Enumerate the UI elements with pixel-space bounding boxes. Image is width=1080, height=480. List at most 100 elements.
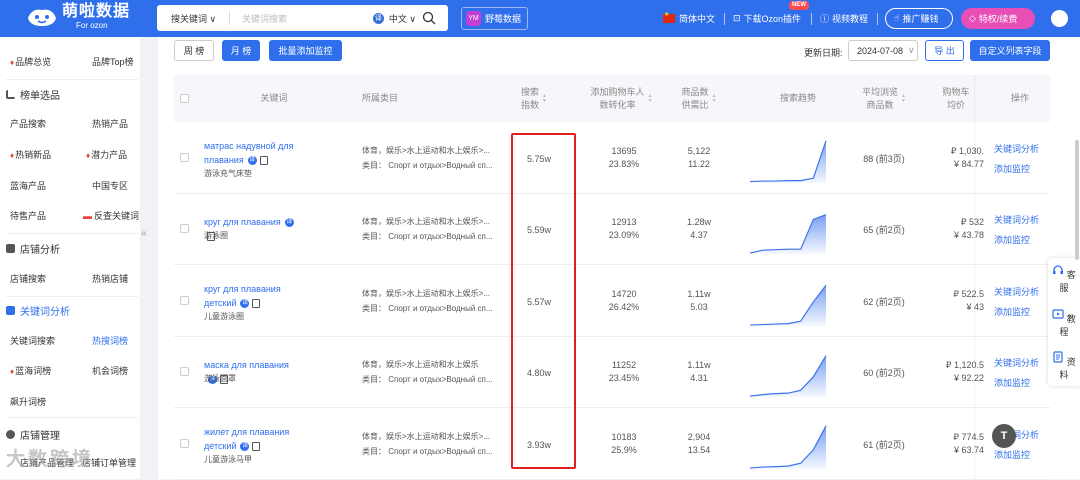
sidebar-item-keyword-search[interactable]: 关键词搜索 [10,334,55,347]
row-checkbox[interactable] [180,153,189,162]
video-tutorial-link[interactable]: ⓘ 视频教程 [820,0,868,37]
floating-help-panel: 客服 教程 资料 [1048,258,1080,386]
search-index-value: 4.80w [526,368,552,378]
logo[interactable]: 萌啦数据 For ozon [26,4,130,30]
cart-conversion-value: 23.83% [608,159,640,169]
sidebar-item-blue-ocean-words[interactable]: ♦蓝海词榜 [10,364,51,377]
search-language-select[interactable]: 中文 ∨ [389,12,416,25]
collapse-sidebar-icon[interactable]: « [141,228,151,239]
sidebar-section-store-manage[interactable]: 店铺管理 [6,427,60,442]
sidebar-item-hot-stores[interactable]: 热销店铺 [92,272,128,285]
scrollbar[interactable] [1075,140,1079,260]
new-badge: NEW [789,1,809,10]
translate-icon[interactable]: 译 [240,299,250,309]
avatar[interactable] [1051,10,1068,27]
sidebar-item-china-zone[interactable]: 中国专区 [92,179,128,192]
cart-count-value: 13695 [611,146,637,156]
col-goods-ratio[interactable]: 商品数 供需比 ▲ ▼ [674,75,724,122]
back-to-top-button[interactable]: T [992,424,1016,448]
search-input[interactable]: 关键词搜索 [230,12,373,25]
month-rank-tab[interactable]: 月 榜 [222,40,260,61]
keyword-analysis-link[interactable]: 关键词分析 [994,353,1039,373]
sparkline-area [750,285,826,326]
sidebar-item-brand-top[interactable]: 品牌Top榜 [92,55,134,68]
row-checkbox[interactable] [180,439,189,448]
cart-price-rub: ₽ 1,120.5 [945,360,984,370]
search-index-value: 5.57w [526,297,552,307]
avg-browse-value: 62 (前2页) [863,297,905,307]
col-avg-browse[interactable]: 平均浏览 商品数 ▲ ▼ [854,75,914,122]
col-search-index[interactable]: 搜索 指数 ▲ ▼ [514,75,554,122]
sidebar-item-surging-words[interactable]: 飙升词榜 [10,395,46,408]
yemei-icon: YM [466,11,481,26]
keyword-link[interactable]: жилет для плавания детский 译 [204,425,299,453]
copy-icon[interactable] [252,442,261,452]
copy-icon[interactable] [259,156,268,166]
row-checkbox[interactable] [180,367,189,376]
sidebar-section-keyword[interactable]: 关键词分析 [6,303,70,318]
translate-icon[interactable]: 译 [284,218,294,228]
yemei-data-link[interactable]: YM 野莓数据 [461,7,528,30]
sidebar-item-store-search[interactable]: 店铺搜索 [10,272,46,285]
divider [6,296,138,297]
search-type-select[interactable]: 搜关键词 ∨ [157,12,229,25]
chevron-down-icon: ∨ [908,45,915,55]
sidebar-item-hot-products[interactable]: 热销产品 [92,117,128,130]
date-picker[interactable]: 2024-07-08 ∨ [848,40,918,61]
keyword-link[interactable]: круг для плавания детский 译 [204,282,299,310]
add-monitor-link[interactable]: 添加监控 [994,302,1030,322]
week-rank-tab[interactable]: 周 榜 [174,40,214,61]
add-monitor-link[interactable]: 添加监控 [994,373,1030,393]
cart-price-rub: ₽ 1,030. [950,146,984,156]
sidebar-section-listing[interactable]: 榜单选品 [6,87,60,102]
sidebar-item-hot-search[interactable]: 热搜词榜 [92,334,128,347]
sidebar-item-blue-ocean[interactable]: 蓝海产品 [10,179,46,192]
translate-icon[interactable]: 译 [240,442,250,452]
row-checkbox[interactable] [180,296,189,305]
keyword-analysis-link[interactable]: 关键词分析 [994,282,1039,302]
sidebar-item-opportunity-words[interactable]: 机会词榜 [92,364,128,377]
add-monitor-link[interactable]: 添加监控 [994,159,1030,179]
promote-button[interactable]: ☝ 推广赚钱 [885,8,953,29]
sidebar-item-hot-new[interactable]: ♦热销新品 [10,148,51,161]
sidebar-item-reverse-keyword[interactable]: ▬ 反查关键词 [83,209,139,222]
tutorial-button[interactable]: 教程 [1048,308,1080,338]
row-checkbox[interactable] [180,224,189,233]
customer-service-button[interactable]: 客服 [1048,264,1080,294]
sidebar-section-store[interactable]: 店铺分析 [6,241,60,256]
add-monitor-link[interactable]: 添加监控 [994,230,1030,250]
supply-demand-value: 4.31 [690,373,708,383]
vip-button[interactable]: ◇ 特权/续费 [961,8,1035,29]
select-all-checkbox[interactable] [180,94,189,103]
category-path: 体育，娱乐>水上运动和水上娱乐>... [362,217,491,226]
logo-icon [28,9,56,26]
col-cart-conversion[interactable]: 添加购物车人 数转化率 ▲ ▼ [579,75,664,122]
table-header: 关键词 所属类目 搜索 指数 ▲ ▼ 添加购物车人 数转化率 ▲ ▼ 商品数 供需比 ▲ ▼… [174,75,1050,122]
cart-price-cny: ¥ 84.77 [953,159,984,169]
sidebar-item-potential[interactable]: ♦潜力产品 [86,148,127,161]
language-switch[interactable]: 简体中文 [663,0,715,37]
col-cart-price[interactable]: 购物车 均价 [936,75,976,122]
copy-icon[interactable] [252,299,261,309]
add-monitor-link[interactable]: 添加监控 [994,445,1030,465]
custom-fields-button[interactable]: 自定义列表字段 [970,40,1050,61]
sidebar-item-brand-overview[interactable]: ♦品牌总览 [10,55,51,68]
keyword-analysis-link[interactable]: 关键词分析 [994,139,1039,159]
goods-count-value: 1.11w [687,289,711,299]
download-icon: ⊡ [733,13,741,23]
keyword-link[interactable]: матрас надувной для плавания 译 [204,139,299,167]
batch-monitor-button[interactable]: 批量添加监控 [269,40,342,61]
keyword-analysis-link[interactable]: 关键词分析 [994,210,1039,230]
sort-icon: ▲ ▼ [542,92,547,104]
sidebar-item-product-search[interactable]: 产品搜索 [10,117,46,130]
keyword-translation: 游泳面罩 [204,374,236,383]
sidebar-item-pending[interactable]: 待售产品 [10,209,46,222]
brand-sub: For ozon [76,21,108,30]
docs-button[interactable]: 资料 [1048,351,1080,381]
search-icon[interactable] [422,11,436,25]
export-button[interactable]: 导 出 [925,40,964,61]
divider [877,12,878,25]
translate-icon: 译 [372,12,384,24]
sidebar-row: 待售产品 ▬ 反查关键词 [0,200,140,230]
translate-icon[interactable]: 译 [247,156,257,166]
